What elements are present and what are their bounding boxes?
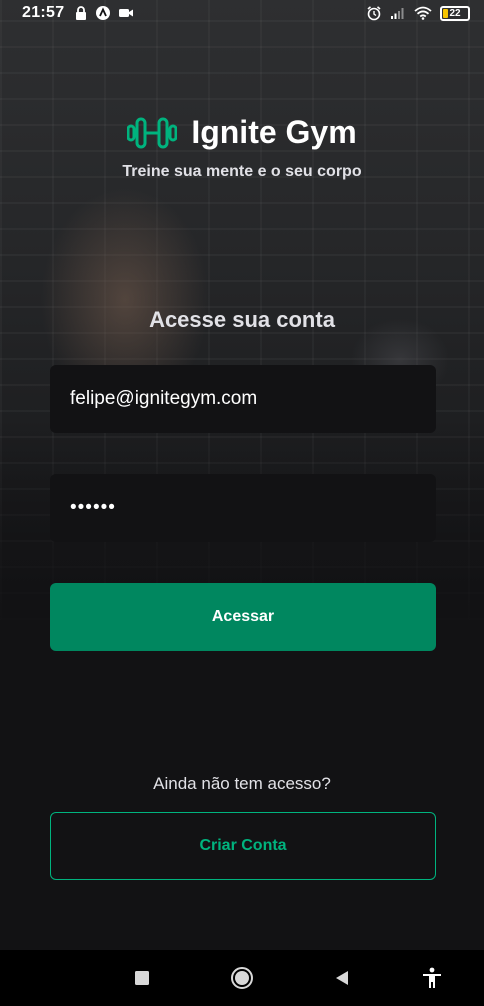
back-button[interactable] (330, 966, 354, 990)
status-time: 21:57 (22, 4, 65, 21)
brand-name: Ignite Gym (191, 114, 357, 150)
alarm-icon (367, 6, 381, 21)
signal-icon (391, 8, 404, 19)
accessibility-icon (423, 967, 441, 988)
app-logo: Ignite Gym (0, 114, 484, 151)
brand-tagline: Treine sua mente e o seu corpo (122, 163, 362, 180)
home-icon (231, 967, 253, 989)
login-screen: 21:57 22 Ignite Gym Treine sua mente e o… (0, 0, 484, 1006)
status-bar: 21:57 22 (0, 0, 484, 26)
signup-question: Ainda não tem acesso? (153, 774, 331, 793)
create-account-button[interactable]: Criar Conta (50, 812, 436, 880)
back-icon (336, 971, 348, 985)
wifi-icon (414, 6, 432, 20)
login-heading: Acesse sua conta (149, 307, 335, 332)
home-button[interactable] (230, 966, 254, 990)
recents-icon (135, 971, 149, 985)
dumbbell-icon (127, 117, 178, 148)
login-button[interactable]: Acessar (50, 583, 436, 651)
app-icon (96, 6, 111, 20)
video-camera-icon (119, 9, 134, 17)
status-notification-icons (74, 6, 134, 20)
lock-icon (76, 6, 87, 20)
system-navigation-bar (0, 950, 484, 1006)
status-system-icons: 22 (366, 5, 470, 21)
create-account-label: Criar Conta (199, 837, 287, 854)
battery-indicator: 22 (440, 5, 470, 21)
battery-level: 22 (449, 7, 461, 19)
password-field[interactable]: •••••• (50, 474, 436, 542)
login-button-label: Acessar (211, 608, 275, 625)
accessibility-button[interactable] (420, 966, 444, 990)
email-field[interactable]: felipe@ignitegym.com (50, 365, 436, 433)
battery-fill (443, 8, 449, 18)
recents-button[interactable] (130, 966, 154, 990)
